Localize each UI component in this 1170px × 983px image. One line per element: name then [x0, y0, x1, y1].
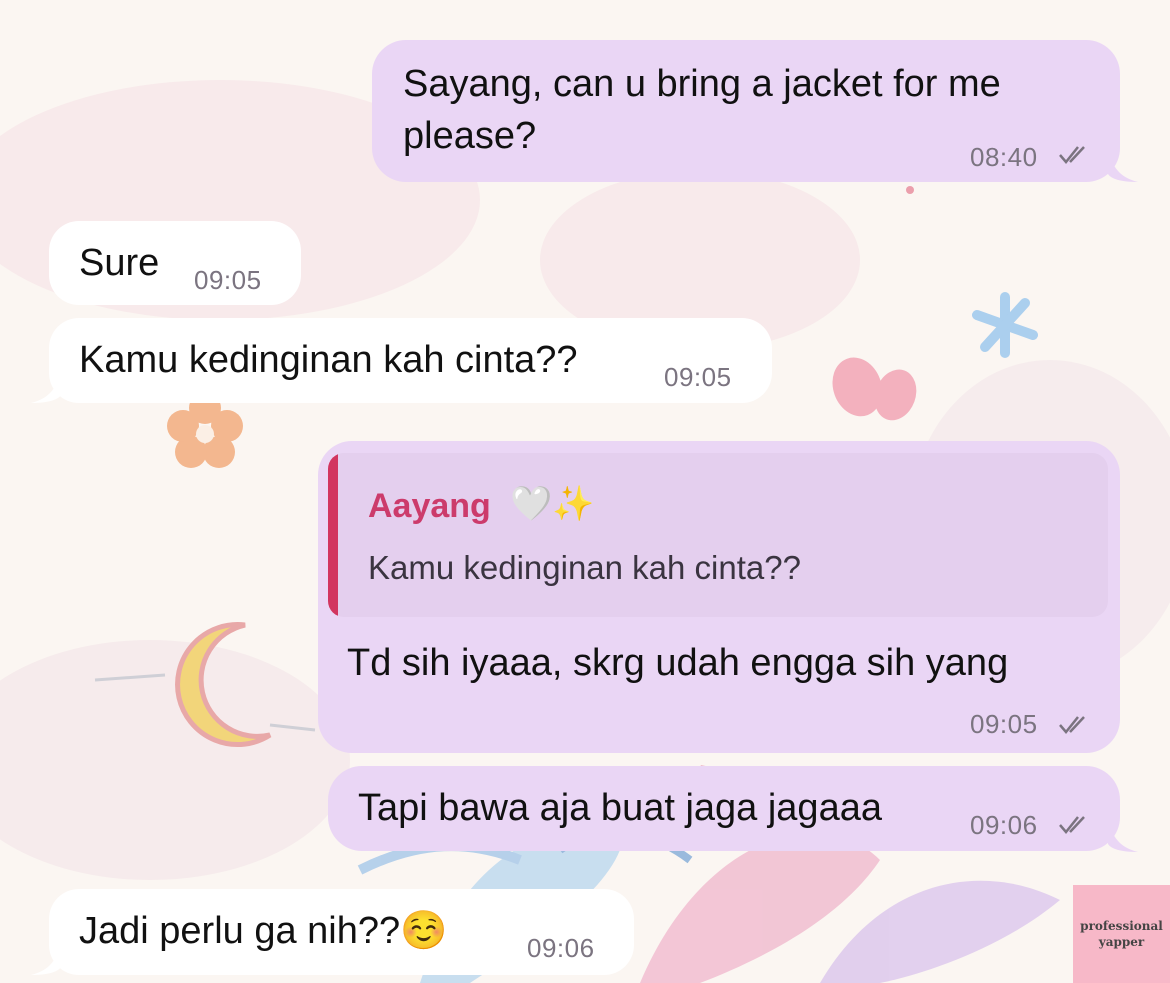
orange-flower-icon	[167, 392, 243, 468]
quote-text: Kamu kedinginan kah cinta??	[368, 549, 801, 586]
message-text: Tapi bawa aja buat jaga jagaaa	[358, 787, 882, 829]
double-check-icon	[1059, 146, 1085, 164]
message-text: Kamu kedinginan kah cinta??	[79, 339, 578, 381]
watermark-line1: professional	[1080, 919, 1163, 933]
bubble-tail	[31, 945, 61, 975]
bubble-tail	[1108, 822, 1138, 852]
message-time: 09:05	[664, 362, 732, 392]
message-time: 09:06	[527, 933, 595, 963]
message-time: 09:06	[970, 810, 1038, 840]
watermark-badge: professional yapper	[1073, 885, 1170, 983]
message-text: Sayang, can u bring a jacket for me plea…	[403, 63, 1001, 158]
bubble-tail	[1108, 152, 1138, 182]
outgoing-message[interactable]: Tapi bawa aja buat jaga jagaaa 09:06	[328, 766, 1138, 852]
message-time: 09:05	[970, 709, 1038, 739]
double-check-icon	[1059, 816, 1085, 834]
message-time: 08:40	[970, 142, 1038, 172]
incoming-message[interactable]: Sure 09:05	[49, 221, 301, 305]
message-text: Jadi perlu ga nih??☺️	[79, 905, 447, 957]
quote-accent-bar	[328, 453, 338, 617]
message-text: Td sih iyaaa, skrg udah engga sih yang	[347, 642, 1009, 684]
incoming-message[interactable]: Kamu kedinginan kah cinta?? 09:05	[31, 318, 772, 403]
butterfly-icon	[832, 357, 917, 421]
message-text-body: Jadi perlu ga nih??	[79, 910, 401, 952]
quoted-message[interactable]: Aayang 🤍✨ Kamu kedinginan kah cinta??	[328, 453, 1108, 617]
incoming-message[interactable]: Jadi perlu ga nih??☺️ 09:06	[31, 889, 634, 975]
outgoing-message[interactable]: Sayang, can u bring a jacket for me plea…	[372, 40, 1138, 182]
double-check-icon	[1059, 716, 1085, 734]
outgoing-reply-message[interactable]: Aayang 🤍✨ Kamu kedinginan kah cinta?? Td…	[318, 441, 1120, 753]
star-flower-icon	[972, 292, 1038, 358]
quote-author: Aayang	[368, 487, 491, 525]
message-text: Sure	[79, 242, 160, 284]
smiling-face-emoji-icon: ☺️	[400, 910, 448, 952]
heart-sparkles-icon: 🤍✨	[510, 485, 595, 523]
bubble-tail	[31, 373, 61, 403]
message-time: 09:05	[194, 265, 262, 295]
watermark-line2: yapper	[1098, 935, 1145, 949]
